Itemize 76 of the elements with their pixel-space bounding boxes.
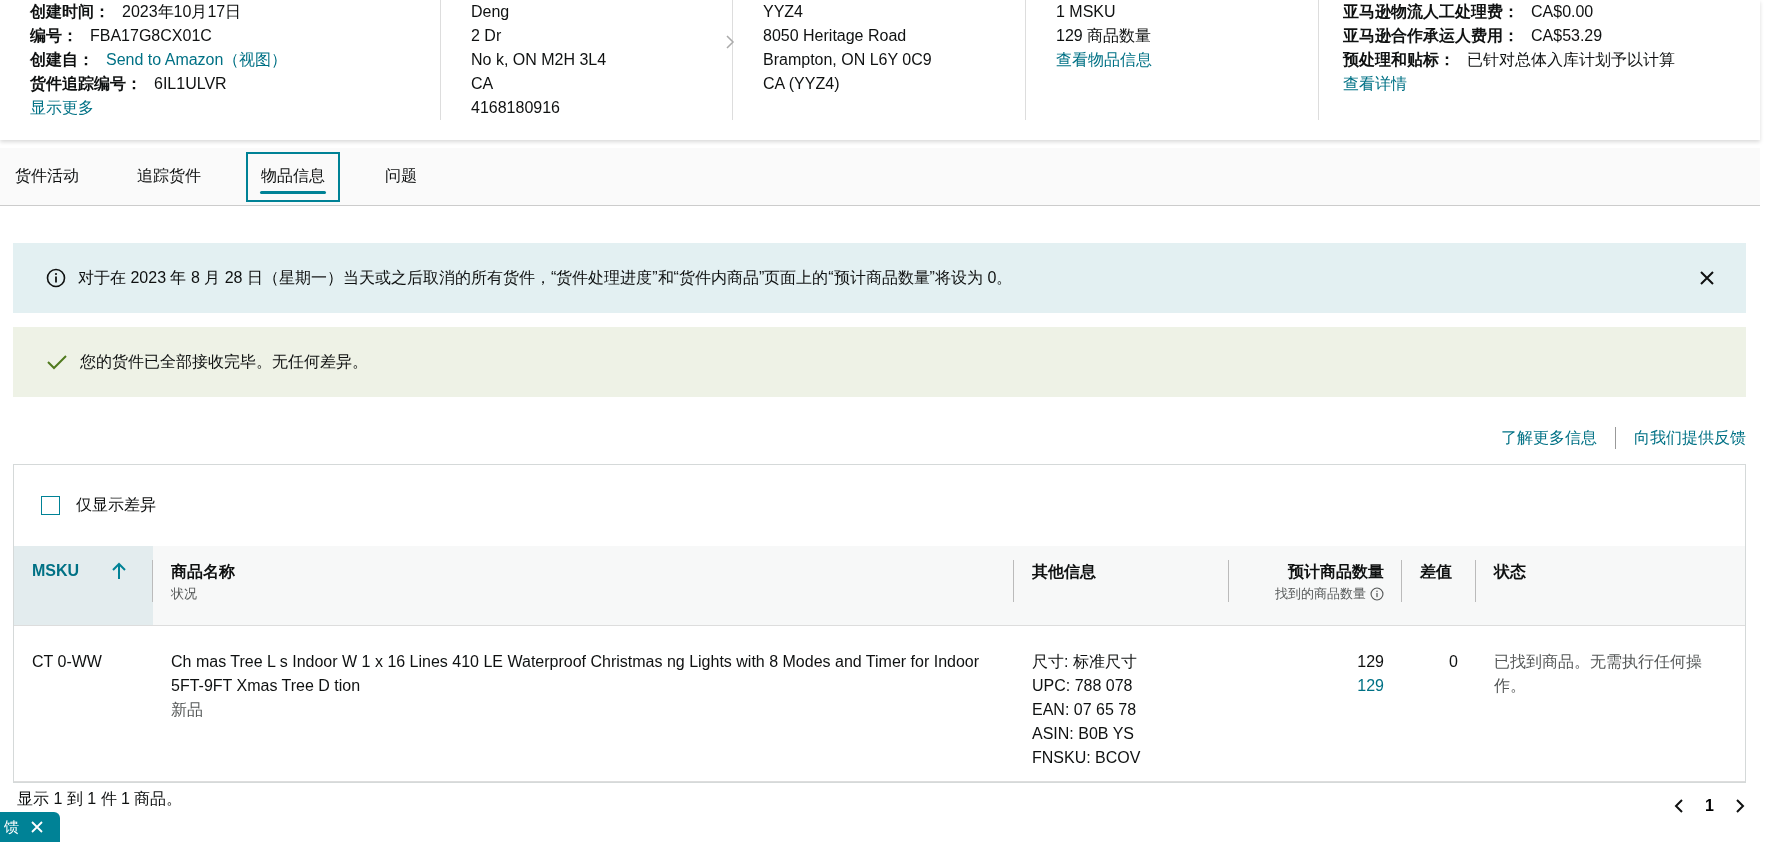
header-subtitle: 状况 [171,585,197,603]
header-title: 差值 [1420,562,1452,582]
checkbox[interactable] [41,496,60,515]
address-line: CA [471,74,494,94]
info-line: UPC: 788 078 [1032,676,1133,696]
contents-line: 1 MSKU [1056,2,1116,22]
info-icon [46,268,66,288]
found-quantity-link[interactable]: 129 [1357,674,1384,698]
header-title: 状态 [1494,562,1526,582]
field-label: 亚马逊物流人工处理费： [1343,3,1519,20]
header-subtitle: 找到的商品数量 [1275,585,1366,603]
field-label: 编号： [30,27,78,44]
address-line: Deng [471,2,510,22]
check-icon [46,353,68,371]
help-link[interactable]: 了解更多信息 [1501,427,1597,449]
info-line: EAN: 07 65 78 [1032,700,1137,720]
expected-quantity: 129 [1357,652,1384,672]
address-line: 8050 Heritage Road [763,26,907,46]
field-value: 已针对总体入库计划予以计算 [1467,51,1675,68]
difference-value: 0 [1449,652,1458,672]
tab[interactable]: 问题 [370,151,432,202]
contents-line: 129 商品数量 [1056,26,1152,46]
help-link[interactable]: 向我们提供反馈 [1634,427,1746,449]
header-title: MSKU [32,562,80,580]
address-line: 2 Dr [471,26,502,46]
address-line: Brampton, ON L6Y 0C9 [763,50,932,70]
view-items-link[interactable]: 查看物品信息 [1056,51,1152,68]
address-line: No k, ON M2H 3L4 [471,50,607,70]
success-text: 您的货件已全部接收完毕。无任何差异。 [80,351,369,372]
tab[interactable]: 货件活动 [0,151,94,202]
close-icon[interactable] [31,821,43,833]
field-label: 亚马逊合作承运人费用： [1343,27,1519,44]
address-line: 4168180916 [471,98,560,118]
column-header[interactable]: 状态 [1476,546,1745,625]
show-more-link[interactable]: 显示更多 [30,99,94,116]
address-line: YYZ4 [763,2,803,22]
tab[interactable]: 追踪货件 [122,151,216,202]
info-line: ASIN: B0B YS [1032,724,1134,744]
column-header[interactable]: 其他信息 [1014,546,1229,625]
feedback-tab[interactable]: 馈 [0,812,60,842]
address-line: CA (YYZ4) [763,74,840,94]
header-title: 商品名称 [171,562,235,582]
field-link[interactable]: Send to Amazon（视图） [106,51,288,68]
chevron-right-icon [725,34,735,50]
header-title: 预计商品数量 [1288,562,1384,582]
column-header[interactable]: 差值 [1402,546,1476,625]
view-details-link[interactable]: 查看详情 [1343,75,1407,92]
column-header[interactable]: 预计商品数量 找到的商品数量 [1229,546,1402,625]
column-header[interactable]: 商品名称 状况 [153,546,1014,625]
status-text: 已找到商品。无需执行任何操作。 [1494,652,1703,696]
feedback-label: 馈 [4,817,19,837]
field-label: 创建时间： [30,3,110,20]
field-value: CA$0.00 [1531,3,1594,20]
checkbox-label: 仅显示差异 [76,495,156,515]
page-button[interactable]: 1 [1705,797,1714,815]
arrow-up-icon [111,562,128,580]
field-label: 货件追踪编号： [30,75,142,92]
condition-text: 新品 [171,700,203,720]
field-label: 预处理和贴标： [1343,51,1455,68]
sorted-header[interactable]: MSKU [14,546,153,625]
next-page-button[interactable] [1734,798,1746,814]
results-count: 显示 1 到 1 件 1 商品。 [17,788,183,809]
tab[interactable]: 物品信息 [246,151,340,202]
notice-text: 对于在 2023 年 8 月 28 日（星期一）当天或之后取消的所有货件，“货件处理进度”和“货件内商品”页面上的“预计商品数量”将设为 0。 [78,267,1014,288]
info-line: FNSKU: BCOV [1032,748,1141,768]
field-value: 6IL1ULVR [154,75,227,92]
field-value: 2023年10月17日 [122,3,242,20]
field-label: 创建自： [30,51,94,68]
info-line: 尺寸: 标准尺寸 [1032,652,1137,672]
product-name: Ch mas Tree L s Indoor W 1 x 16 Lines 410 LE Waterproof Christmas ng Lights with 8 Modes and Timer for Indoor 5FT-9FT Xmas Tree D tion [171,652,981,696]
close-button[interactable] [1698,269,1716,287]
previous-page-button[interactable] [1673,798,1686,814]
header-title: 其他信息 [1032,562,1096,582]
msku-text: CT 0-WW [32,652,103,672]
field-value: FBA17G8CX01C [90,27,212,44]
field-value: CA$53.29 [1531,27,1603,44]
